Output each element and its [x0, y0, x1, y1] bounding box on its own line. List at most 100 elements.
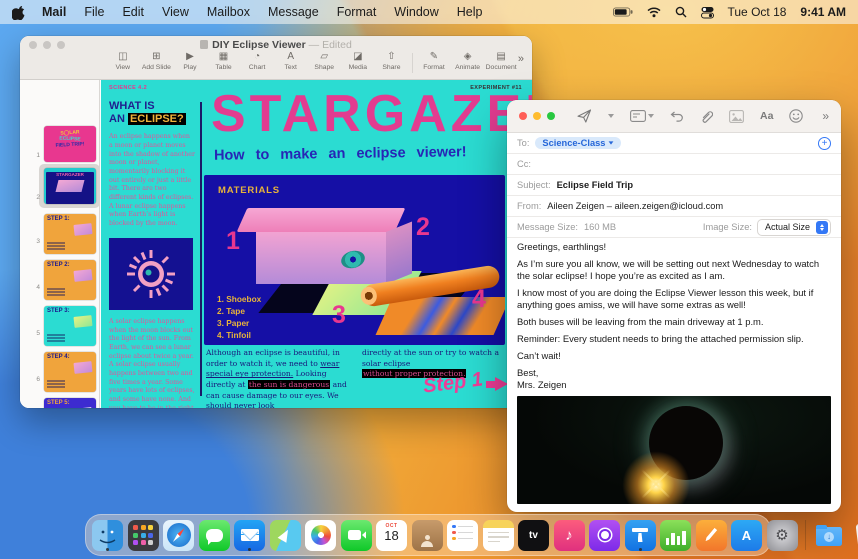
zoom-button[interactable] [547, 112, 555, 120]
thumb-illustration [73, 223, 93, 236]
document-icon [200, 40, 209, 49]
dock-photos[interactable] [305, 519, 336, 551]
text-button[interactable]: A Text [274, 51, 308, 71]
search-icon[interactable] [675, 6, 687, 18]
dock-system-settings[interactable]: ⚙ [766, 519, 798, 551]
menu-item-edit[interactable]: Edit [122, 5, 144, 19]
apple-menu-icon[interactable] [12, 4, 26, 20]
slide-thumbnail-4[interactable]: STEP 2: [44, 260, 96, 300]
menu-item-file[interactable]: File [84, 5, 104, 19]
to-field[interactable]: To: Science-Class + [507, 133, 841, 154]
control-center-icon[interactable] [700, 6, 714, 19]
dock-music[interactable]: ♪ [553, 519, 585, 551]
document-button[interactable]: ▤ Document [484, 51, 518, 71]
menu-item-view[interactable]: View [162, 5, 189, 19]
dock-contacts[interactable] [411, 519, 443, 551]
dock-messages[interactable] [198, 519, 230, 551]
body-paragraph: Both buses will be leaving from the main… [517, 316, 764, 327]
minimize-button[interactable] [533, 112, 541, 120]
menu-item-message[interactable]: Message [268, 5, 319, 19]
dock-numbers[interactable] [660, 519, 691, 551]
subject-field[interactable]: Subject: Eclipse Field Trip [507, 175, 841, 196]
insert-photo-icon[interactable] [729, 109, 744, 123]
slide-thumbnail-5[interactable]: STEP 3: [44, 306, 96, 346]
play-button[interactable]: ▶ Play [173, 51, 207, 71]
format-text-button[interactable]: Aa [760, 110, 773, 122]
menu-bar: Mail File Edit View Mailbox Message Form… [0, 0, 858, 24]
dock-app-store[interactable]: A [731, 519, 762, 551]
chart-button[interactable]: ◔ Chart [240, 51, 274, 71]
dock-finder[interactable] [92, 519, 123, 551]
keynote-titlebar[interactable]: DIY Eclipse Viewer — Edited ◫ View ⊞ Add S… [20, 36, 532, 80]
close-button[interactable] [519, 112, 527, 120]
battery-icon[interactable] [612, 7, 633, 17]
body-paragraph: As I’m sure you all know, we will be set… [517, 258, 820, 281]
dock-keynote[interactable] [624, 519, 656, 551]
shape-icon: ▱ [320, 51, 329, 62]
recipient-token[interactable]: Science-Class [535, 137, 622, 149]
toolbar-overflow-icon[interactable]: » [822, 109, 829, 123]
dock-calendar[interactable]: OCT 18 [376, 519, 407, 551]
add-slide-icon: ⊞ [152, 51, 161, 62]
slide-thumbnail-6[interactable]: STEP 4: [44, 352, 96, 392]
eclipse-highlight: ECLIPSE? [127, 112, 186, 125]
wifi-icon[interactable] [646, 6, 661, 18]
menu-time[interactable]: 9:41 AM [800, 5, 846, 19]
dock-tv[interactable]: tv [518, 519, 549, 551]
slide-thumbnail-3[interactable]: STEP 1: [44, 214, 96, 254]
dock-maps[interactable] [269, 519, 301, 551]
dock-podcasts[interactable] [589, 519, 620, 551]
dock-launchpad[interactable] [127, 519, 159, 551]
illustration-number-2: 2 [416, 213, 430, 241]
table-button[interactable]: ▦ Table [207, 51, 241, 71]
undo-icon[interactable] [670, 111, 684, 122]
thumb-step-label: STEP 4: [47, 354, 70, 360]
dock-downloads[interactable]: ↓ [814, 520, 845, 551]
menu-item-window[interactable]: Window [394, 5, 438, 19]
mail-toolbar[interactable]: Aa » [507, 100, 841, 133]
menu-item-mailbox[interactable]: Mailbox [207, 5, 250, 19]
dock-pages[interactable] [695, 519, 727, 551]
send-button[interactable] [577, 109, 592, 123]
dock-facetime[interactable] [340, 519, 372, 551]
image-size-popup[interactable]: Actual Size [756, 218, 831, 236]
animate-button[interactable]: ◈ Animate [451, 51, 485, 71]
media-button[interactable]: ◪ Media [341, 51, 375, 71]
view-button[interactable]: ◫ View [106, 51, 140, 71]
media-icon: ◪ [353, 51, 363, 62]
slide-thumbnail-2[interactable]: STARGAZER [44, 168, 96, 204]
add-slide-button[interactable]: ⊞ Add Slide [140, 51, 174, 71]
toolbar-overflow-icon[interactable]: » [518, 51, 524, 65]
thumb-text: FIELD TRIP! [55, 141, 85, 149]
cc-field[interactable]: Cc: [507, 154, 841, 175]
dock-notes[interactable] [482, 519, 514, 551]
emoji-icon[interactable] [789, 109, 804, 123]
slide-canvas[interactable]: SCIENCE 4.2 EXPERIMENT #11 WHAT IS AN EC… [101, 80, 532, 408]
view-icon: ◫ [118, 51, 128, 62]
slide-number: 5 [36, 330, 40, 337]
from-field[interactable]: From: Aileen Zeigen – aileen.zeigen@iclo… [507, 196, 841, 217]
thumb-illustration [73, 407, 93, 408]
menu-item-mail[interactable]: Mail [42, 5, 66, 19]
menu-date[interactable]: Tue Oct 18 [728, 5, 787, 19]
menu-item-help[interactable]: Help [457, 5, 483, 19]
slide-thumbnail-1[interactable]: S◯LAR ECLIPSE FIELD TRIP! [44, 126, 96, 162]
dock-trash[interactable] [849, 520, 858, 551]
dock: OCT 18 tv ♪ A ⚙ ↓ [85, 514, 858, 556]
send-options-chevron-icon[interactable] [608, 114, 614, 118]
share-button[interactable]: ⇧ Share [375, 51, 409, 71]
add-contact-button[interactable]: + [818, 136, 831, 150]
thumb-step-label: STEP 2: [47, 262, 70, 268]
dock-reminders[interactable] [447, 519, 478, 551]
dock-safari[interactable] [163, 519, 194, 551]
slide-navigator: 1 S◯LAR ECLIPSE FIELD TRIP! 2 STARGAZER … [20, 80, 100, 408]
shape-button[interactable]: ▱ Shape [307, 51, 341, 71]
header-fields-button[interactable] [630, 110, 654, 122]
message-body[interactable]: Greetings, earthlings! As I’m sure you a… [517, 241, 831, 396]
attachment-icon[interactable] [700, 109, 713, 123]
dock-mail[interactable] [234, 519, 265, 551]
slide-thumbnail-7[interactable]: STEP 5: [44, 398, 96, 408]
eclipse-photo-attachment[interactable] [517, 396, 831, 504]
format-button[interactable]: ✎ Format [417, 51, 451, 71]
menu-item-format[interactable]: Format [337, 5, 377, 19]
